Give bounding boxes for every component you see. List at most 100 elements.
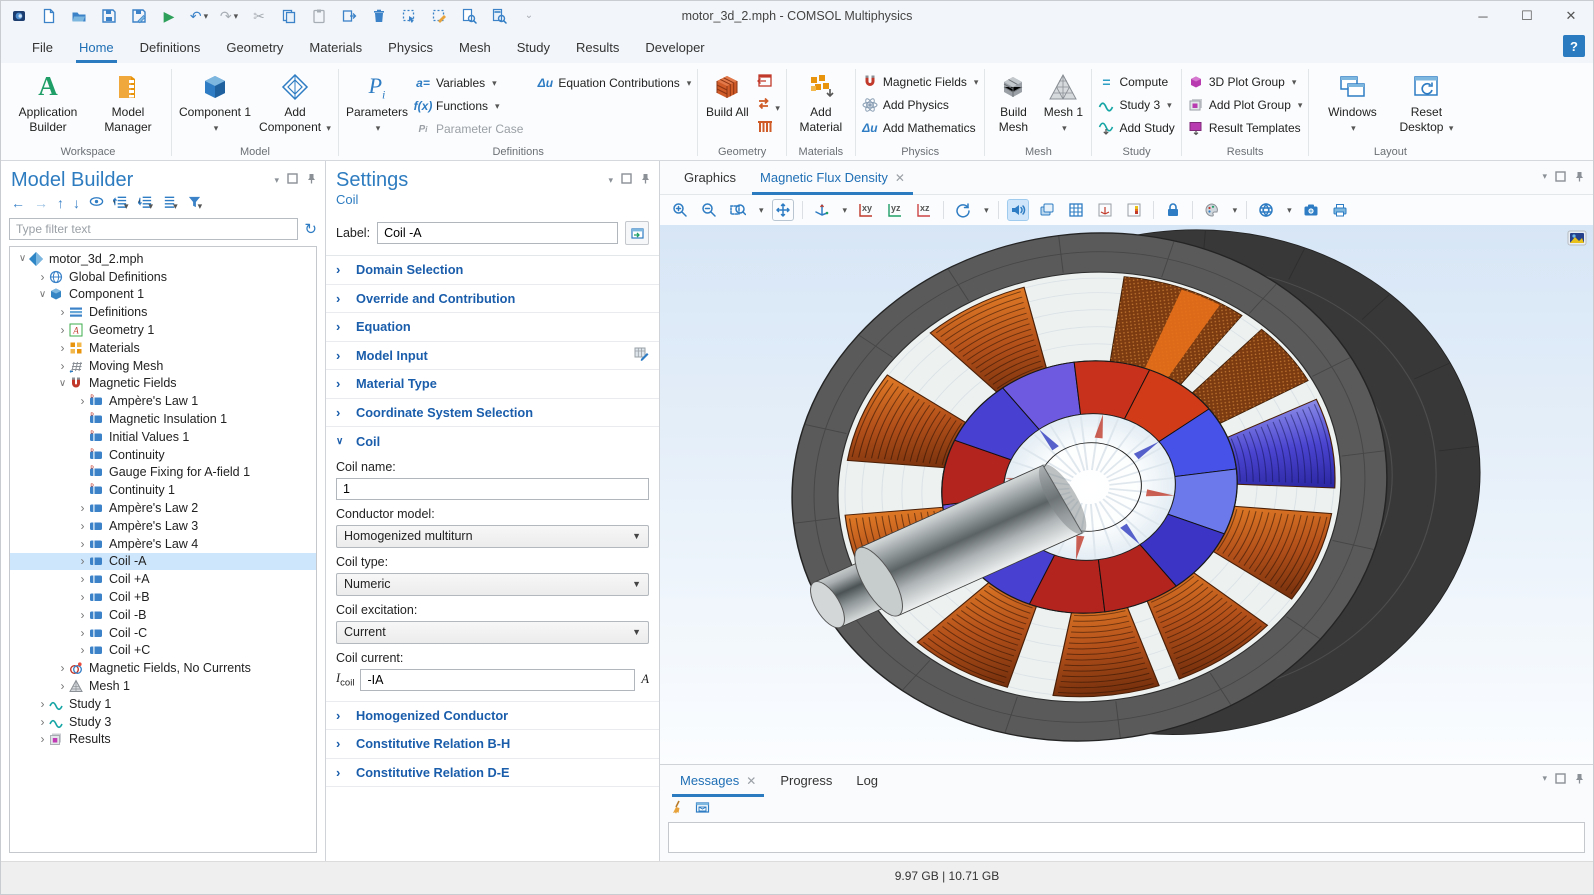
result-templates-button[interactable]: Result Templates bbox=[1188, 120, 1303, 136]
view-xz-button[interactable]: xz bbox=[914, 200, 934, 220]
save-as-button[interactable] bbox=[129, 6, 149, 26]
windows-button[interactable]: Windows▾ bbox=[1323, 69, 1381, 135]
section-override-and-contribution[interactable]: ›Override and Contribution bbox=[326, 285, 659, 314]
panel-menu-icon[interactable]: ▾ bbox=[274, 175, 279, 186]
tree-item-amp-re-s-law-4[interactable]: ›Ampère's Law 4 bbox=[10, 535, 316, 553]
menu-tab-file[interactable]: File bbox=[19, 31, 66, 63]
show-icon[interactable] bbox=[89, 194, 104, 212]
physics-interface-button[interactable]: Magnetic Fields▾ bbox=[862, 74, 979, 90]
section-coil[interactable]: ∨ Coil bbox=[326, 427, 659, 456]
tree-filter-input[interactable] bbox=[9, 218, 298, 240]
expand-all-button[interactable]: ▾ bbox=[138, 194, 154, 212]
section-constitutive-relation-b-h[interactable]: ›Constitutive Relation B-H bbox=[326, 730, 659, 759]
tree-item-study-1[interactable]: ›Study 1 bbox=[10, 695, 316, 713]
run-button[interactable]: ▶ bbox=[159, 6, 179, 26]
tree-item-amp-re-s-law-1[interactable]: ›DAmpère's Law 1 bbox=[10, 392, 316, 410]
menu-tab-study[interactable]: Study bbox=[504, 31, 563, 63]
messages-tab-messages[interactable]: Messages✕ bbox=[668, 765, 768, 796]
chevron-right-icon[interactable]: › bbox=[56, 305, 69, 319]
scene-light-button[interactable] bbox=[1008, 200, 1028, 220]
back-button[interactable]: ← bbox=[11, 195, 25, 211]
add-component-button[interactable]: Add Component ▾ bbox=[258, 69, 332, 135]
chevron-right-icon[interactable]: › bbox=[56, 341, 69, 355]
chevron-right-icon[interactable]: › bbox=[36, 270, 49, 284]
panel-menu-icon[interactable]: ▾ bbox=[608, 175, 613, 186]
scene-settings-button[interactable] bbox=[1256, 200, 1276, 220]
grid-button[interactable] bbox=[1066, 200, 1086, 220]
mesh-1-button[interactable]: Mesh 1 ▾ bbox=[1041, 69, 1085, 135]
pin-panel-icon[interactable] bbox=[640, 173, 651, 187]
tree-item-gauge-fixing-for-a-field-1[interactable]: DGauge Fixing for A-field 1 bbox=[10, 464, 316, 482]
tree-item-results[interactable]: ›Results bbox=[10, 731, 316, 749]
tree-item-coil-a[interactable]: ›Coil -A bbox=[10, 553, 316, 571]
tree-item-coil-c[interactable]: ›Coil +C bbox=[10, 642, 316, 660]
default-view-button[interactable] bbox=[812, 200, 832, 220]
virtual-operations-button[interactable] bbox=[756, 119, 780, 137]
messages-tab-log[interactable]: Log bbox=[844, 765, 890, 796]
messages-output[interactable] bbox=[668, 822, 1585, 853]
tree-item-amp-re-s-law-2[interactable]: ›Ampère's Law 2 bbox=[10, 499, 316, 517]
copy-button[interactable] bbox=[279, 6, 299, 26]
graphics-canvas[interactable] bbox=[660, 225, 1593, 764]
tree-item-materials[interactable]: ›Materials bbox=[10, 339, 316, 357]
chevron-right-icon[interactable]: › bbox=[36, 715, 49, 729]
component-1-button[interactable]: Component 1 ▾ bbox=[178, 69, 252, 135]
section-constitutive-relation-d-e[interactable]: ›Constitutive Relation D-E bbox=[326, 759, 659, 788]
tree-item-magnetic-fields[interactable]: ∨Magnetic Fields bbox=[10, 375, 316, 393]
help-button[interactable]: ? bbox=[1563, 35, 1585, 57]
app-logo-icon[interactable] bbox=[9, 6, 29, 26]
chevron-right-icon[interactable]: › bbox=[56, 679, 69, 693]
coil-name-input[interactable] bbox=[336, 478, 649, 500]
tree-item-initial-values-1[interactable]: DInitial Values 1 bbox=[10, 428, 316, 446]
tree-item-coil-c[interactable]: ›Coil -C bbox=[10, 624, 316, 642]
clear-messages-button[interactable] bbox=[670, 800, 685, 818]
color-legend-button[interactable] bbox=[1124, 200, 1144, 220]
open-button[interactable] bbox=[69, 6, 89, 26]
tree-item-magnetic-insulation-1[interactable]: DMagnetic Insulation 1 bbox=[10, 410, 316, 428]
menu-tab-results[interactable]: Results bbox=[563, 31, 632, 63]
conductor-model-select[interactable]: Homogenized multiturn▼ bbox=[336, 525, 649, 548]
import-geometry-button[interactable] bbox=[756, 73, 780, 91]
pin-panel-icon[interactable] bbox=[306, 173, 317, 187]
zoom-in-button[interactable] bbox=[670, 200, 690, 220]
minimize-button[interactable]: ─ bbox=[1461, 1, 1505, 31]
float-panel-icon[interactable] bbox=[621, 173, 632, 187]
tree-item-mesh-1[interactable]: ›Mesh 1 bbox=[10, 677, 316, 695]
maximize-button[interactable]: ☐ bbox=[1505, 1, 1549, 31]
chevron-down-icon[interactable]: ∨ bbox=[36, 289, 49, 300]
application-builder-button[interactable]: A Application Builder bbox=[11, 69, 85, 135]
lock-view-button[interactable] bbox=[1163, 200, 1183, 220]
chevron-down-icon[interactable]: ∨ bbox=[56, 378, 69, 389]
cut-button[interactable]: ✂ bbox=[249, 6, 269, 26]
chevron-right-icon[interactable]: › bbox=[76, 590, 89, 604]
variables-button[interactable]: a=Variables▾ bbox=[415, 75, 523, 91]
model-manager-button[interactable]: Model Manager bbox=[91, 69, 165, 135]
caret-down-icon[interactable]: ▾ bbox=[1287, 205, 1292, 216]
move-up-button[interactable]: ↑ bbox=[57, 195, 64, 211]
filter-funnel-icon[interactable]: ▾ bbox=[187, 194, 203, 212]
forward-button[interactable]: → bbox=[34, 195, 48, 211]
move-down-button[interactable]: ↓ bbox=[73, 195, 80, 211]
coil-current-input[interactable] bbox=[360, 669, 635, 691]
tree-item-amp-re-s-law-3[interactable]: ›Ampère's Law 3 bbox=[10, 517, 316, 535]
section-model-input[interactable]: ›Model Input bbox=[326, 342, 659, 371]
chevron-right-icon[interactable]: › bbox=[76, 626, 89, 640]
menu-tab-definitions[interactable]: Definitions bbox=[127, 31, 214, 63]
tree-item-component-1[interactable]: ∨Component 1 bbox=[10, 286, 316, 304]
add-study-button[interactable]: Add Study bbox=[1098, 120, 1174, 136]
add-plot-group-button[interactable]: Add Plot Group▾ bbox=[1188, 97, 1303, 113]
3d-plot-group-button[interactable]: 3D Plot Group▾ bbox=[1188, 74, 1303, 90]
chevron-right-icon[interactable]: › bbox=[76, 554, 89, 568]
chevron-right-icon[interactable]: › bbox=[36, 732, 49, 746]
tree-item-continuity-1[interactable]: DContinuity 1 bbox=[10, 481, 316, 499]
chevron-right-icon[interactable]: › bbox=[76, 519, 89, 533]
menu-tab-home[interactable]: Home bbox=[66, 31, 127, 63]
add-material-button[interactable]: Add Material bbox=[793, 69, 849, 135]
equation-contributions-button[interactable]: ΔuEquation Contributions▾ bbox=[537, 75, 691, 91]
edit-model-input-icon[interactable] bbox=[634, 346, 649, 364]
chevron-right-icon[interactable]: › bbox=[76, 501, 89, 515]
delete-button[interactable] bbox=[369, 6, 389, 26]
compute-button[interactable]: =Compute bbox=[1098, 74, 1174, 90]
find-replace-button[interactable] bbox=[489, 6, 509, 26]
collapse-all-button[interactable]: ▾ bbox=[113, 194, 129, 212]
